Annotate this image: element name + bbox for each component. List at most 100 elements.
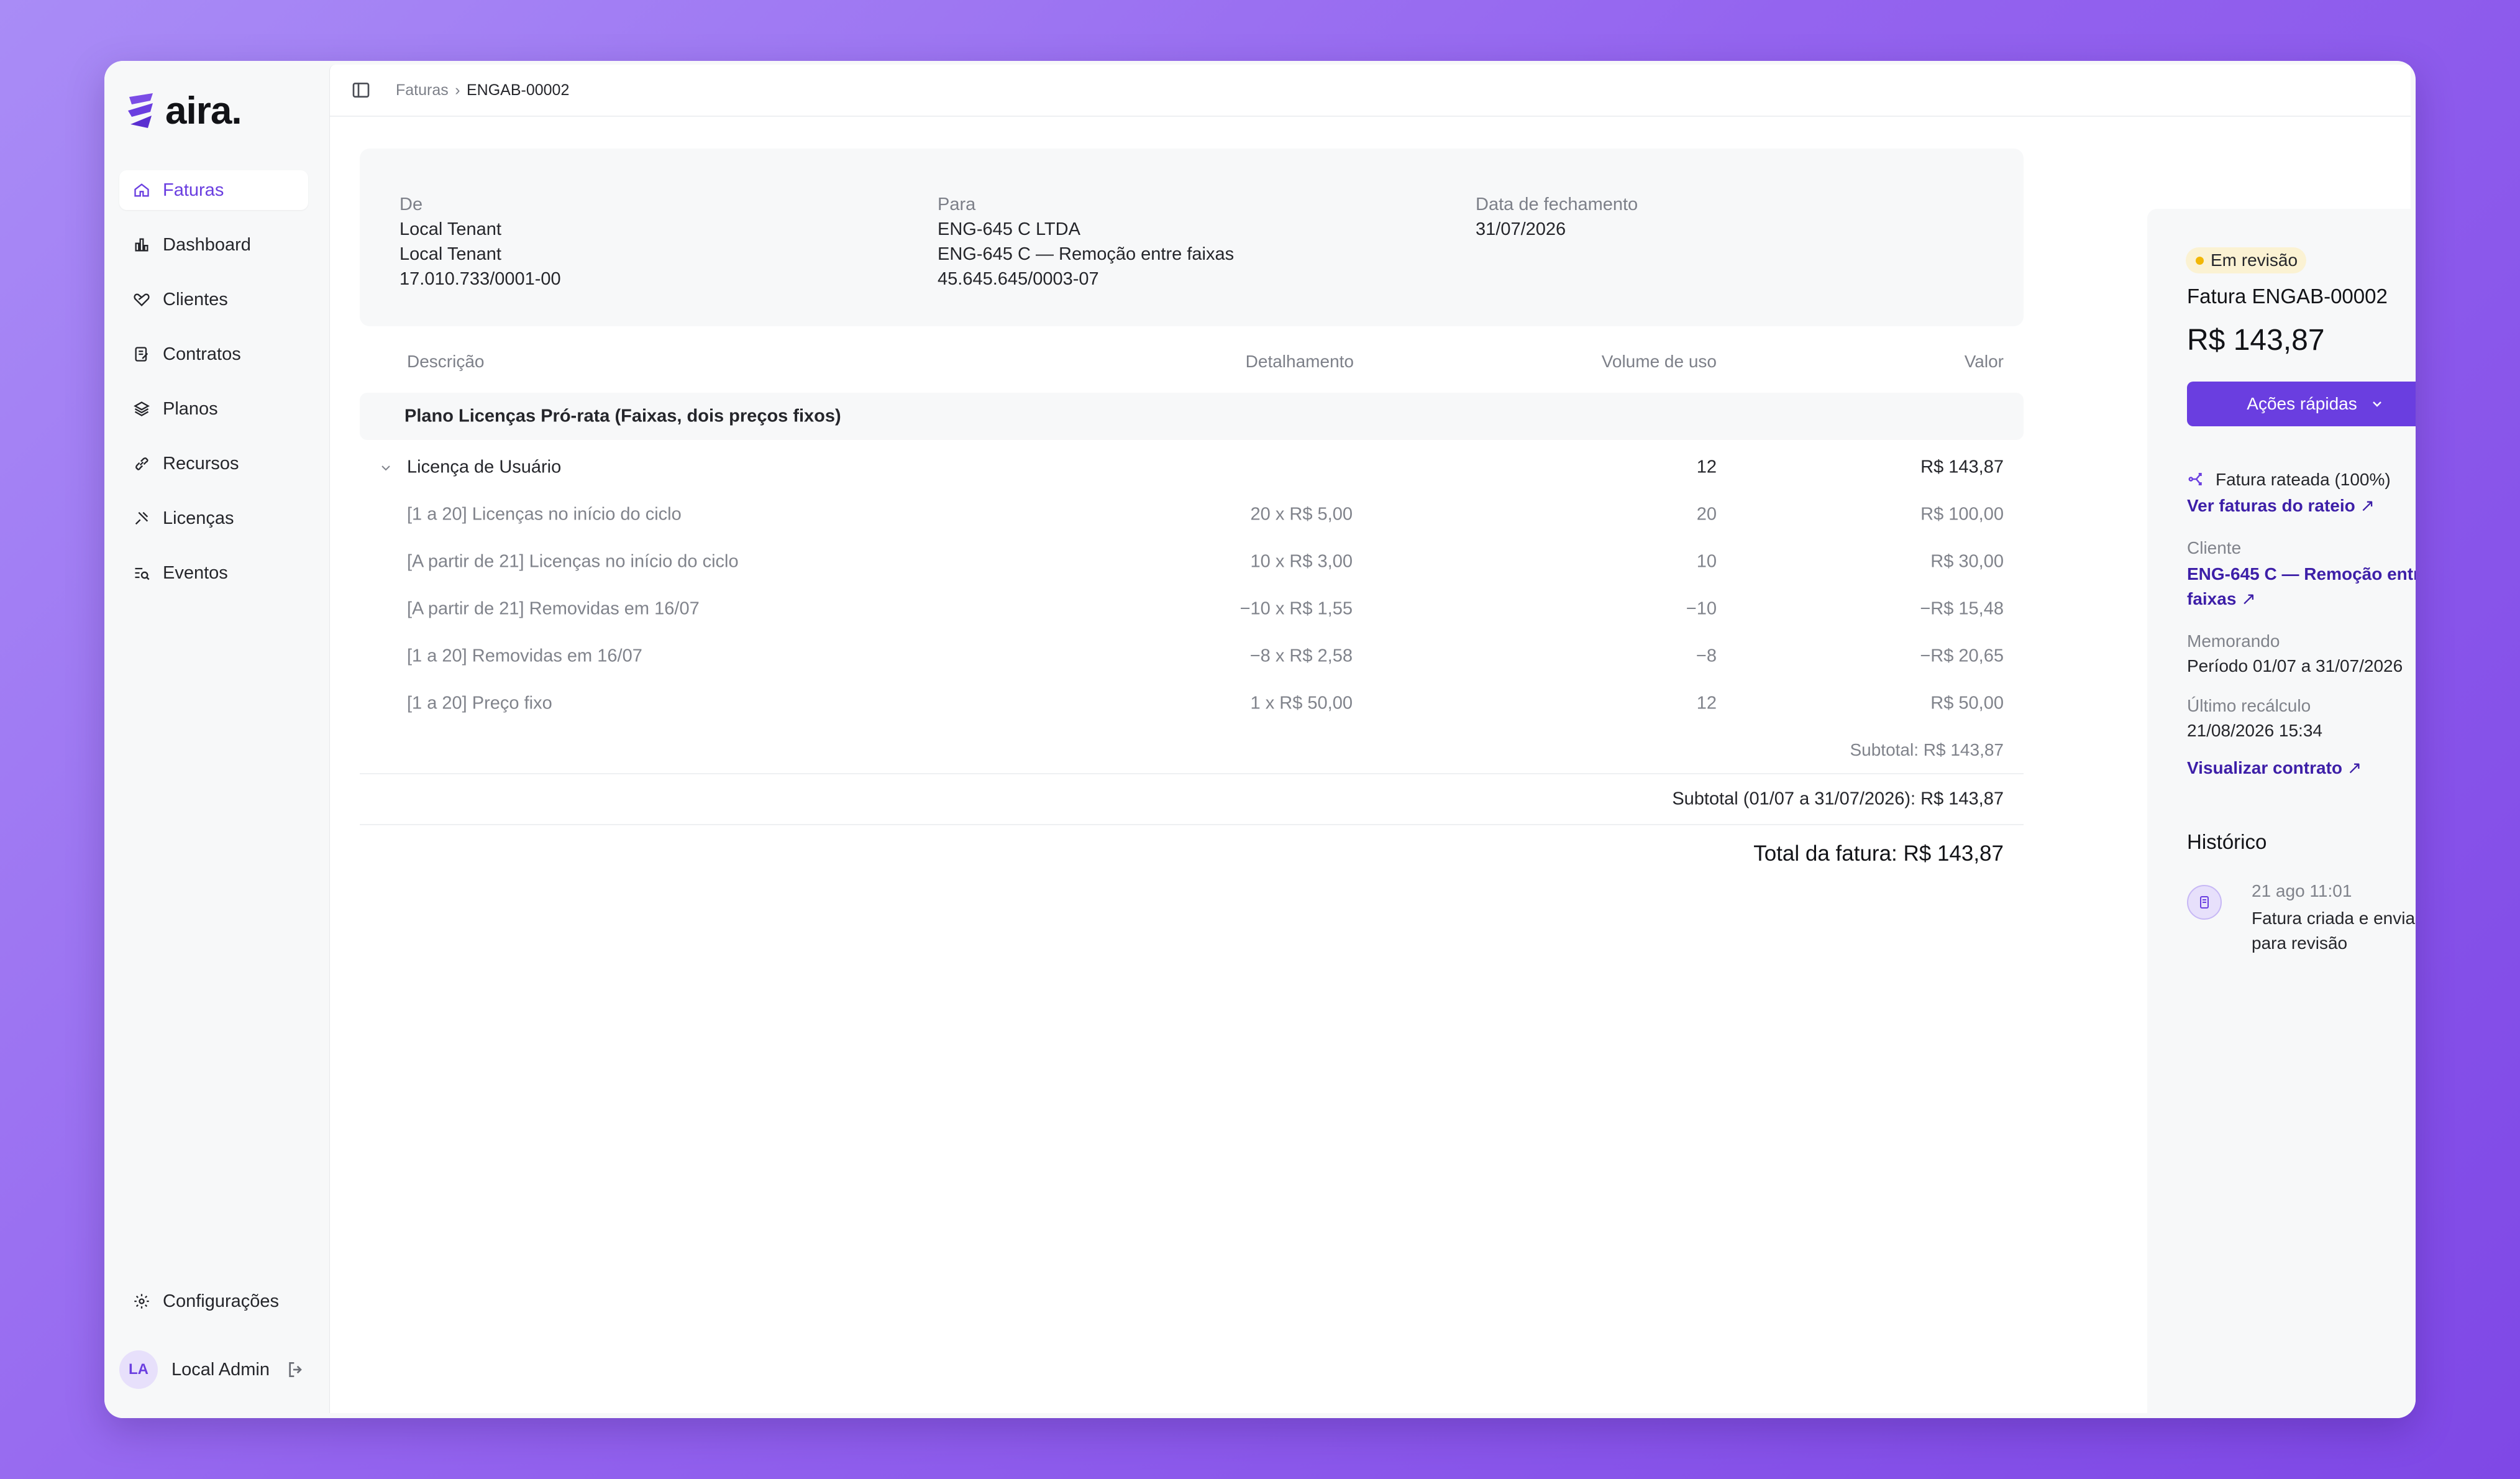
external-link-icon: ↗ xyxy=(2360,496,2375,515)
to-block: Para ENG-645 C LTDA ENG-645 C — Remoção … xyxy=(938,192,1234,291)
sidebar-item-recursos[interactable]: Recursos xyxy=(119,444,308,483)
row-volume: −10 xyxy=(1686,598,1717,619)
sidebar-nav: Faturas Dashboard Clientes Contratos Pla… xyxy=(119,170,308,608)
status-badge-label: Em revisão xyxy=(2211,250,2298,270)
breadcrumb-current: ENGAB-00002 xyxy=(467,81,570,99)
column-header-volume: Volume de uso xyxy=(1601,352,1717,371)
logout-icon[interactable] xyxy=(286,1360,306,1380)
split-label: Fatura rateada (100%) xyxy=(2216,470,2391,489)
sidebar-item-dashboard[interactable]: Dashboard xyxy=(119,225,308,265)
memo-value: Período 01/07 a 31/07/2026 xyxy=(2187,656,2403,675)
row-value: R$ 30,00 xyxy=(1930,551,2004,572)
closing-date: 31/07/2026 xyxy=(1476,219,1566,239)
invoice-amount: R$ 143,87 xyxy=(2187,324,2325,357)
to-label: Para xyxy=(938,195,976,214)
row-value: −R$ 20,65 xyxy=(1920,646,2004,666)
breadcrumb-parent[interactable]: Faturas xyxy=(396,81,449,99)
breadcrumb-separator: › xyxy=(455,81,460,99)
main-content: Faturas › ENGAB-00002 De Local Tenant Lo… xyxy=(329,65,2411,1413)
avatar[interactable]: LA xyxy=(119,1350,158,1389)
license-icon xyxy=(133,510,150,527)
split-invoices-link-text: Ver faturas do rateio xyxy=(2187,496,2355,515)
row-detail: −10 x R$ 1,55 xyxy=(1239,598,1353,619)
row-volume: 12 xyxy=(1696,457,1717,477)
sidebar-item-planos[interactable]: Planos xyxy=(119,389,308,429)
contract-icon xyxy=(133,346,150,363)
link-icon xyxy=(133,455,150,472)
sidebar-item-label: Dashboard xyxy=(163,234,251,255)
aira-logo-icon xyxy=(128,93,153,128)
split-icon xyxy=(2187,470,2206,488)
sidebar-item-label: Configurações xyxy=(163,1291,279,1311)
row-value: −R$ 15,48 xyxy=(1920,598,2004,619)
recalc-label: Último recálculo xyxy=(2187,696,2311,715)
sidebar-item-clientes[interactable]: Clientes xyxy=(119,280,308,319)
gear-icon xyxy=(133,1293,150,1310)
quick-actions-label: Ações rápidas xyxy=(2247,394,2357,413)
chevron-down-icon xyxy=(2372,401,2381,407)
invoice-total: Total da fatura: R$ 143,87 xyxy=(360,825,2024,882)
sidebar-item-label: Clientes xyxy=(163,289,228,309)
to-line: 45.645.645/0003-07 xyxy=(938,269,1099,289)
brand-name: aira. xyxy=(165,89,242,132)
table-row: [1 a 20] Preço fixo 1 x R$ 50,00 12 R$ 5… xyxy=(360,680,2024,727)
row-detail: 20 x R$ 5,00 xyxy=(1250,504,1353,524)
invoice-detail-panel: Em revisão Fatura ENGAB-00002 R$ 143,87 … xyxy=(2147,209,2416,1418)
invoice-title: Fatura ENGAB-00002 xyxy=(2187,285,2388,308)
sidebar-item-contratos[interactable]: Contratos xyxy=(119,334,308,374)
row-value: R$ 143,87 xyxy=(1920,457,2004,477)
app-window: aira. Faturas Dashboard Clientes Contrat… xyxy=(104,61,2416,1418)
history-time: 21 ago 11:01 xyxy=(2252,881,2352,900)
sidebar-item-configuracoes[interactable]: Configurações xyxy=(119,1281,308,1321)
view-contract-link[interactable]: Visualizar contrato ↗ xyxy=(2187,756,2416,781)
handshake-icon xyxy=(133,291,150,308)
row-description: [A partir de 21] Licenças no início do c… xyxy=(407,551,739,572)
row-description: [1 a 20] Preço fixo xyxy=(407,693,552,713)
settings-section: Configurações xyxy=(119,1281,308,1336)
table-row: [1 a 20] Licenças no início do ciclo 20 … xyxy=(360,491,2024,538)
row-description: [1 a 20] Removidas em 16/07 xyxy=(407,646,642,666)
period-subtotal: Subtotal (01/07 a 31/07/2026): R$ 143,87 xyxy=(360,774,2024,824)
table-row: [A partir de 21] Removidas em 16/07 −10 … xyxy=(360,585,2024,633)
split-invoices-link[interactable]: Ver faturas do rateio ↗ xyxy=(2187,493,2416,518)
row-description: Licença de Usuário xyxy=(407,457,562,477)
table-row-parent[interactable]: Licença de Usuário 12 R$ 143,87 xyxy=(360,444,2024,491)
brand-logo[interactable]: aira. xyxy=(126,89,242,132)
group-subtotal-text: Subtotal: R$ 143,87 xyxy=(1850,740,2004,759)
table-header: Descrição Detalhamento Volume de uso Val… xyxy=(360,338,2024,385)
row-value: R$ 50,00 xyxy=(1930,693,2004,713)
sidebar-item-faturas[interactable]: Faturas xyxy=(119,170,308,210)
breadcrumb: Faturas › ENGAB-00002 xyxy=(396,81,569,99)
sidebar-item-label: Planos xyxy=(163,398,218,419)
history-text: Fatura criada e enviada para revisão xyxy=(2252,909,2416,953)
sidebar-item-label: Licenças xyxy=(163,508,234,528)
bar-chart-icon xyxy=(133,236,150,254)
chevron-down-icon[interactable] xyxy=(378,460,393,475)
from-line: Local Tenant xyxy=(399,219,501,239)
closing-block: Data de fechamento 31/07/2026 xyxy=(1476,192,1638,242)
invoice-table: Descrição Detalhamento Volume de uso Val… xyxy=(360,338,2024,882)
group-subtotal: Subtotal: R$ 143,87 xyxy=(360,727,2024,773)
memo-label: Memorando xyxy=(2187,631,2280,651)
quick-actions-button[interactable]: Ações rápidas xyxy=(2187,382,2416,426)
sidebar-toggle-icon[interactable] xyxy=(351,80,371,100)
sidebar-item-label: Recursos xyxy=(163,453,239,474)
row-volume: 10 xyxy=(1696,551,1717,572)
column-header-description: Descrição xyxy=(407,352,485,371)
recalc-value: 21/08/2026 15:34 xyxy=(2187,721,2322,740)
home-icon xyxy=(133,181,150,199)
view-contract-link-text: Visualizar contrato xyxy=(2187,758,2343,777)
period-subtotal-text: Subtotal (01/07 a 31/07/2026): R$ 143,87 xyxy=(1672,789,2004,809)
sidebar-item-eventos[interactable]: Eventos xyxy=(119,553,308,593)
user-name: Local Admin xyxy=(171,1359,270,1380)
from-line: Local Tenant xyxy=(399,244,501,264)
client-link[interactable]: ENG-645 C — Remoção entre faixas ↗ xyxy=(2187,562,2416,611)
table-row: [1 a 20] Removidas em 16/07 −8 x R$ 2,58… xyxy=(360,633,2024,680)
to-line: ENG-645 C — Remoção entre faixas xyxy=(938,244,1235,264)
sidebar-item-licencas[interactable]: Licenças xyxy=(119,498,308,538)
plan-group-label: Plano Licenças Pró-rata (Faixas, dois pr… xyxy=(404,406,841,426)
row-detail: 1 x R$ 50,00 xyxy=(1250,693,1353,713)
closing-label: Data de fechamento xyxy=(1476,195,1638,214)
status-badge: Em revisão xyxy=(2186,247,2307,273)
sidebar-item-label: Contratos xyxy=(163,344,241,364)
